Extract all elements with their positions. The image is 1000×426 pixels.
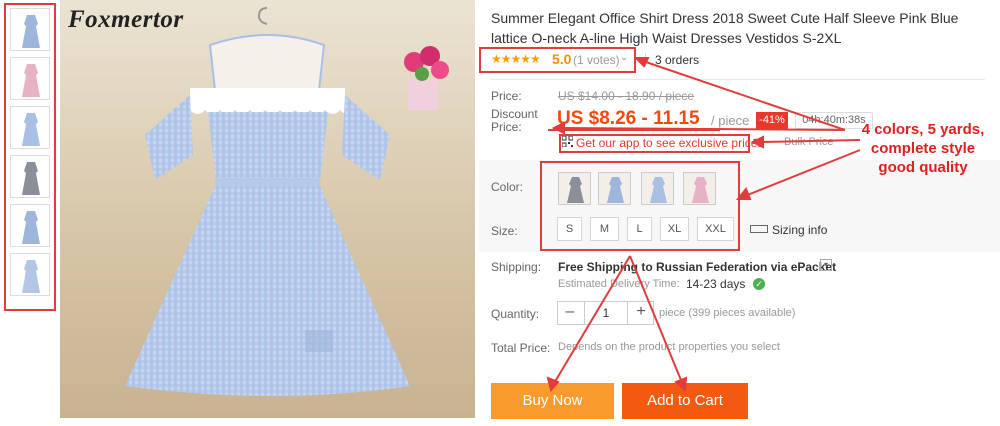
ruler-icon[interactable]	[750, 225, 768, 233]
orders-count: 3 orders	[655, 53, 700, 67]
sizing-info-link[interactable]: Sizing info	[772, 223, 827, 237]
thumbnail-2[interactable]	[10, 57, 50, 100]
color-label: Color:	[491, 180, 524, 194]
quantity-label: Quantity:	[491, 307, 540, 321]
annotation-line-3: good quality	[878, 159, 968, 176]
product-title: Summer Elegant Office Shirt Dress 2018 S…	[491, 10, 959, 46]
discount-price: US $8.26 - 11.15	[557, 108, 700, 129]
thumbnail-4[interactable]	[10, 155, 50, 198]
divider	[490, 79, 985, 80]
quantity-availability: piece (399 pieces available)	[659, 307, 796, 319]
thumbnail-1[interactable]	[10, 8, 50, 51]
shipping-method[interactable]: Free Shipping to Russian Federation via …	[558, 260, 836, 274]
dress-thumb-icon	[22, 64, 40, 97]
rating-value[interactable]: 5.0	[552, 51, 571, 67]
dress-thumb-icon	[22, 260, 40, 293]
thumbnail-3[interactable]	[10, 106, 50, 149]
annotation-note: 4 colors, 5 yards, complete style good q…	[844, 120, 1000, 177]
product-main-image: Foxmertor	[60, 0, 475, 418]
per-piece-unit: / piece	[711, 113, 750, 128]
discount-label-line2: Price:	[491, 120, 522, 134]
options-highlight-box	[540, 161, 740, 251]
discount-label-line1: Discount	[491, 107, 538, 121]
dress-thumb-icon	[22, 162, 40, 195]
app-exclusive-price-link[interactable]: Get our app to see exclusive prices	[576, 136, 763, 150]
delivery-label: Estimated Delivery Time:	[558, 278, 680, 290]
bulk-price-link[interactable]: Bulk Price	[784, 136, 834, 148]
dress-thumb-icon	[22, 113, 40, 146]
chevron-down-icon[interactable]: ⌄	[620, 52, 628, 63]
check-icon: ✓	[753, 278, 765, 290]
original-price: US $14.00 - 18.90 / piece	[558, 89, 695, 103]
chevron-down-icon[interactable]: ▾	[820, 259, 832, 271]
votes-count[interactable]: (1 votes)	[573, 53, 620, 67]
shipping-label: Shipping:	[491, 260, 542, 274]
annotation-line-1: 4 colors, 5 yards,	[861, 121, 985, 138]
price-label: Price:	[491, 89, 522, 103]
dress-thumb-icon	[22, 15, 40, 48]
dress-illustration	[125, 7, 449, 396]
total-price-label: Total Price:	[491, 341, 551, 355]
thumbnail-5[interactable]	[10, 204, 50, 247]
qr-code-icon	[562, 136, 573, 147]
add-to-cart-button[interactable]: Add to Cart	[622, 383, 748, 419]
size-label: Size:	[491, 224, 518, 238]
brand-watermark: Foxmertor	[68, 6, 184, 33]
divider	[645, 53, 646, 67]
quantity-input[interactable]: 1	[584, 301, 628, 325]
delivery-time: 14-23 days	[686, 277, 746, 291]
total-price-note: Depends on the product properties you se…	[558, 341, 780, 353]
star-rating-icon: ★★★★★	[491, 52, 541, 66]
annotation-line-2: complete style	[870, 140, 976, 157]
thumbnail-6[interactable]	[10, 253, 50, 296]
thumbnail-strip	[4, 3, 56, 311]
quantity-increment-button[interactable]: +	[628, 301, 654, 325]
quantity-decrement-button[interactable]: –	[557, 301, 583, 325]
discount-badge: -41%	[756, 112, 788, 129]
buy-now-button[interactable]: Buy Now	[491, 383, 614, 419]
chevron-down-icon[interactable]: ▾	[753, 136, 758, 147]
dress-thumb-icon	[22, 211, 40, 244]
